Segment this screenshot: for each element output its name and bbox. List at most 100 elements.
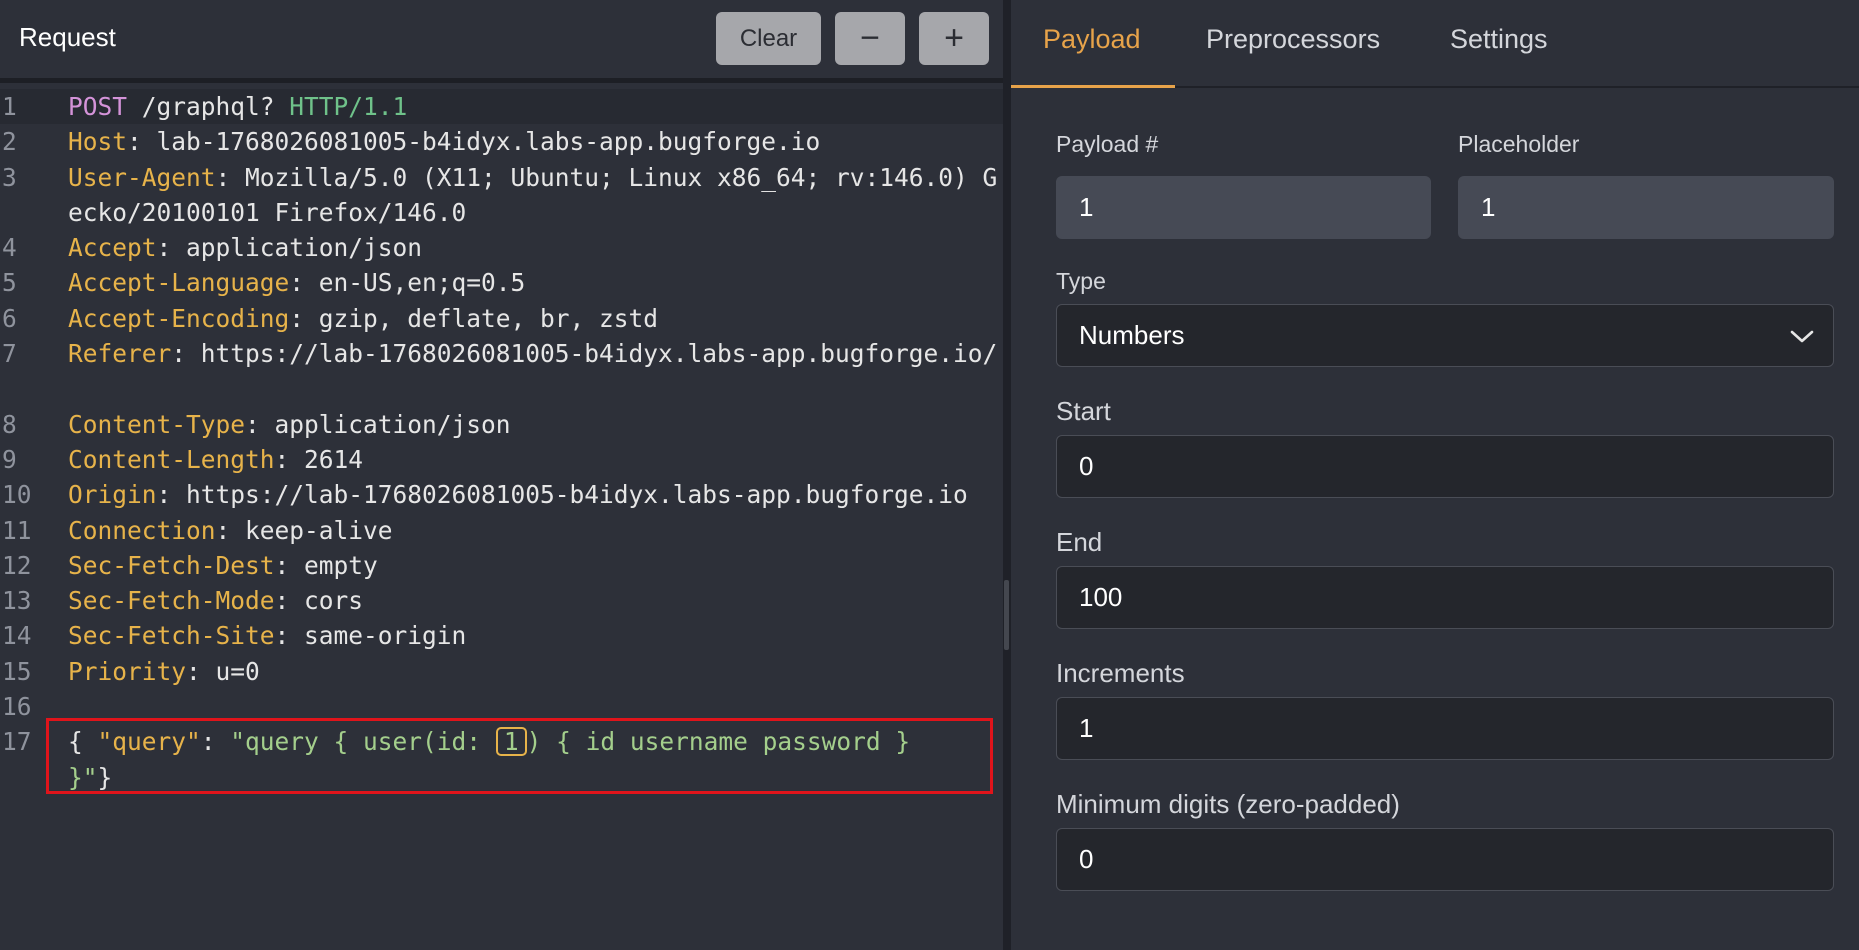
line-code: Sec-Fetch-Mode: cors — [68, 583, 998, 618]
editor-line[interactable]: 8 Content-Type: application/json — [0, 407, 1003, 442]
header-value: : empty — [274, 550, 378, 580]
line-code: Connection: keep-alive — [68, 513, 998, 548]
request-path: /graphql? — [127, 92, 290, 121]
header-value: : en-US,en;q=0.5 — [289, 268, 526, 298]
request-editor[interactable]: 1 POST /graphql? HTTP/1.1 2 Host: lab-17680… — [0, 89, 1003, 795]
line-number: 9 — [2, 444, 17, 474]
splitter-handle[interactable] — [1004, 580, 1009, 650]
line-number: 3 — [2, 162, 17, 192]
type-select-value: Numbers — [1079, 320, 1185, 350]
line-number: 16 — [2, 692, 32, 722]
http-method: POST — [68, 92, 128, 121]
tab-settings[interactable]: Settings — [1450, 24, 1548, 55]
header-name: Accept — [68, 233, 157, 263]
active-tab-indicator — [1011, 85, 1175, 88]
panel-title: Request — [19, 22, 116, 52]
line-number: 4 — [2, 233, 17, 263]
editor-line[interactable]: 9 Content-Length: 2614 — [0, 442, 1003, 477]
editor-line[interactable]: 15 Priority: u=0 — [0, 654, 1003, 689]
editor-line[interactable]: 14 Sec-Fetch-Site: same-origin — [0, 618, 1003, 653]
panel-splitter[interactable] — [1003, 0, 1011, 950]
line-code: Sec-Fetch-Dest: empty — [68, 548, 998, 583]
editor-line[interactable]: 12 Sec-Fetch-Dest: empty — [0, 548, 1003, 583]
header-name: Referer — [68, 339, 172, 369]
start-label: Start — [1056, 396, 1111, 426]
line-number: 12 — [2, 550, 32, 580]
increments-label: Increments — [1056, 658, 1185, 688]
type-select[interactable]: Numbers — [1056, 304, 1834, 367]
header-name: Content-Length — [68, 444, 275, 474]
payload-panel: Payload Preprocessors Settings Payload #… — [1011, 0, 1859, 950]
line-code: Host: lab-1768026081005-b4idyx.labs-app.… — [68, 124, 998, 159]
clear-button[interactable]: Clear — [716, 12, 821, 65]
header-name: Sec-Fetch-Mode — [68, 586, 275, 616]
editor-line[interactable]: 6 Accept-Encoding: gzip, deflate, br, zst… — [0, 301, 1003, 336]
header-value: : keep-alive — [215, 515, 393, 545]
placeholder-field[interactable]: 1 — [1458, 176, 1834, 239]
remove-marker-button[interactable]: − — [835, 12, 905, 65]
end-field[interactable]: 100 — [1056, 566, 1834, 629]
tab-payload[interactable]: Payload — [1043, 24, 1141, 55]
editor-line[interactable]: 10 Origin: https://lab-1768026081005-b4id… — [0, 477, 1003, 512]
selected-body-highlight — [46, 718, 993, 794]
min-digits-field[interactable]: 0 — [1056, 828, 1834, 891]
line-code: Priority: u=0 — [68, 654, 998, 689]
line-code: Sec-Fetch-Site: same-origin — [68, 618, 998, 653]
increments-field[interactable]: 1 — [1056, 697, 1834, 760]
end-label: End — [1056, 527, 1103, 557]
editor-line[interactable]: 1 POST /graphql? HTTP/1.1 — [0, 89, 1003, 125]
header-value: : application/json — [245, 409, 511, 439]
header-value: : 2614 — [274, 444, 364, 474]
tab-preprocessors[interactable]: Preprocessors — [1206, 24, 1380, 55]
payload-number-label: Payload # — [1056, 131, 1159, 157]
header-value: : application/json — [156, 233, 423, 263]
editor-line[interactable]: 13 Sec-Fetch-Mode: cors — [0, 583, 1003, 618]
line-number: 10 — [2, 480, 32, 510]
payload-number-field[interactable]: 1 — [1056, 176, 1431, 239]
line-number: 1 — [2, 92, 17, 121]
header-value: : gzip, deflate, br, zstd — [289, 303, 659, 333]
header-value: : u=0 — [186, 656, 260, 686]
header-divider — [0, 78, 1003, 83]
request-panel: Request Clear − + 1 POST /graphql? HTTP/1… — [0, 0, 1003, 950]
line-number: 6 — [2, 303, 17, 333]
header-name: Sec-Fetch-Dest — [68, 550, 275, 580]
header-value: : same-origin — [274, 621, 467, 651]
header-value: : cors — [274, 586, 364, 616]
line-number: 2 — [2, 127, 17, 157]
editor-line[interactable]: 2 Host: lab-1768026081005-b4idyx.labs-app… — [0, 124, 1003, 159]
line-code: Accept: application/json — [68, 230, 998, 265]
editor-line[interactable]: 3 User-Agent: Mozilla/5.0 (X11; Ubuntu; L… — [0, 160, 1003, 231]
line-number: 11 — [2, 515, 32, 545]
editor-line[interactable]: 5 Accept-Language: en-US,en;q=0.5 — [0, 265, 1003, 300]
minus-icon: − — [860, 19, 880, 57]
start-field[interactable]: 0 — [1056, 435, 1834, 498]
header-name: User-Agent — [68, 162, 216, 192]
line-number: 15 — [2, 656, 32, 686]
header-name: Accept-Encoding — [68, 303, 290, 333]
plus-icon: + — [944, 19, 964, 57]
line-code: Referer: https://lab-1768026081005-b4idy… — [68, 336, 998, 371]
chevron-down-icon — [1790, 330, 1814, 343]
line-number: 5 — [2, 268, 17, 298]
line-code: Accept-Language: en-US,en;q=0.5 — [68, 265, 998, 300]
type-label: Type — [1056, 268, 1106, 294]
header-value: : https://lab-1768026081005-b4idyx.labs-… — [171, 339, 998, 369]
line-number: 7 — [2, 339, 17, 369]
header-name: Priority — [68, 656, 187, 686]
tab-bar: Payload Preprocessors Settings — [1011, 0, 1859, 88]
placeholder-label: Placeholder — [1458, 131, 1580, 157]
http-protocol: HTTP/1.1 — [289, 92, 408, 121]
editor-line[interactable]: 7 Referer: https://lab-1768026081005-b4id… — [0, 336, 1003, 407]
header-name: Connection — [68, 515, 216, 545]
line-number: 13 — [2, 586, 32, 616]
editor-line[interactable]: 4 Accept: application/json — [0, 230, 1003, 265]
header-name: Origin — [68, 480, 157, 510]
add-marker-button[interactable]: + — [919, 12, 989, 65]
editor-line[interactable]: 11 Connection: keep-alive — [0, 513, 1003, 548]
line-number: 8 — [2, 409, 17, 439]
request-header: Request Clear − + — [0, 0, 1003, 78]
line-number: 14 — [2, 621, 32, 651]
header-value: : https://lab-1768026081005-b4idyx.labs-… — [156, 480, 968, 510]
header-name: Host — [68, 127, 128, 157]
